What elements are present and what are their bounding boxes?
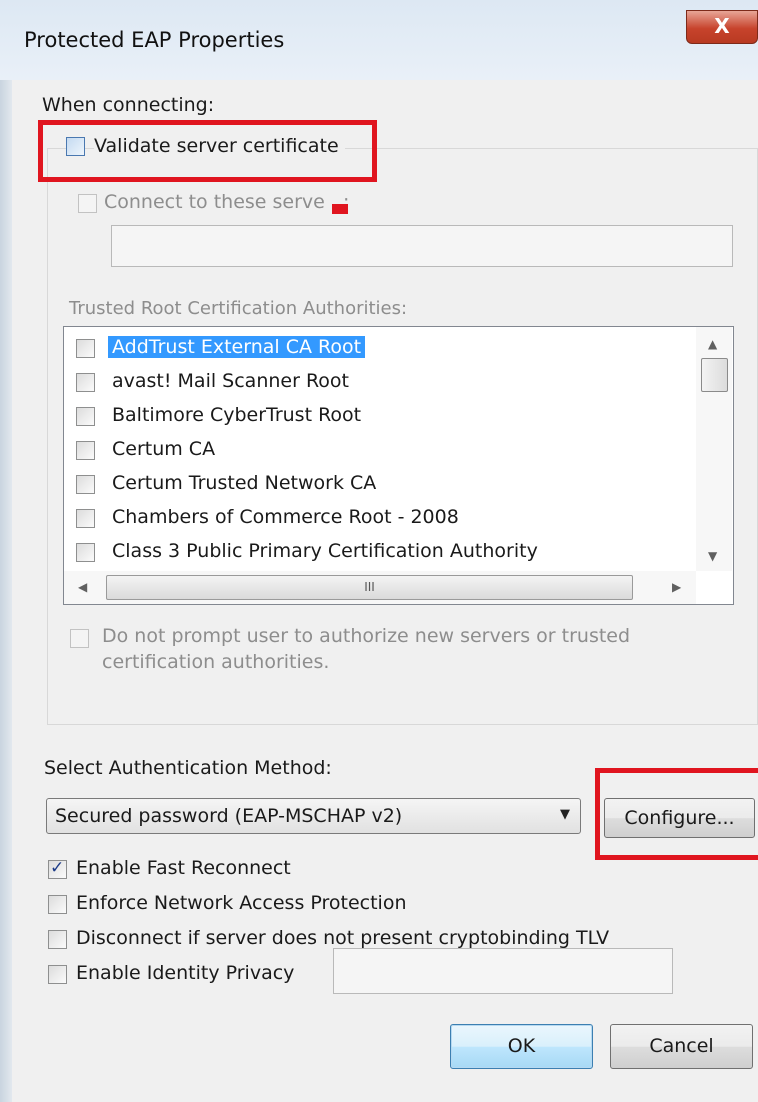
scroll-right-icon[interactable]: ▶: [672, 580, 681, 594]
connect-servers-label: Connect to these serve :: [104, 191, 350, 213]
ca-name: Certum CA: [112, 438, 216, 460]
cancel-label: Cancel: [649, 1035, 714, 1057]
fast-reconnect-label[interactable]: Enable Fast Reconnect: [76, 857, 291, 879]
ca-name: AddTrust External CA Root: [108, 336, 366, 358]
identity-privacy-input[interactable]: [333, 948, 673, 994]
dialog-body: When connecting: Validate server certifi…: [12, 80, 758, 1102]
do-not-prompt-label-line2: certification authorities.: [102, 651, 330, 673]
do-not-prompt-label-line1: Do not prompt user to authorize new serv…: [102, 625, 631, 647]
redaction-mark: [332, 204, 348, 214]
trusted-root-label: Trusted Root Certification Authorities:: [69, 298, 408, 319]
identity-privacy-label[interactable]: Enable Identity Privacy: [76, 962, 294, 984]
scroll-left-icon[interactable]: ◀: [78, 580, 87, 594]
ca-checkbox[interactable]: [76, 441, 95, 460]
ok-label: OK: [507, 1035, 536, 1057]
vertical-scrollbar[interactable]: ▲ ▼: [696, 327, 732, 571]
close-button[interactable]: X: [686, 10, 758, 44]
when-connecting-label: When connecting:: [42, 94, 215, 116]
fast-reconnect-checkbox[interactable]: [48, 858, 67, 879]
grip-icon: III: [364, 580, 375, 594]
list-item[interactable]: avast! Mail Scanner Root: [64, 366, 694, 400]
scroll-down-icon[interactable]: ▼: [708, 549, 717, 563]
ca-checkbox[interactable]: [76, 543, 95, 562]
ca-checkbox[interactable]: [76, 373, 95, 392]
auth-method-label: Select Authentication Method:: [44, 757, 332, 779]
ca-name: Certum Trusted Network CA: [112, 472, 377, 494]
connect-servers-checkbox[interactable]: [78, 194, 97, 213]
list-item[interactable]: Class 3 Public Primary Certification Aut…: [64, 536, 694, 570]
ca-checkbox[interactable]: [76, 339, 95, 358]
cancel-button[interactable]: Cancel: [610, 1024, 753, 1069]
list-item[interactable]: Certum CA: [64, 434, 694, 468]
auth-method-value: Secured password (EAP-MSCHAP v2): [55, 805, 403, 827]
close-icon: X: [714, 14, 730, 38]
cryptobinding-label[interactable]: Disconnect if server does not present cr…: [76, 927, 609, 949]
list-item[interactable]: Chambers of Commerce Root - 2008: [64, 502, 694, 536]
ca-name: Class 3 Public Primary Certification Aut…: [112, 540, 538, 562]
list-item[interactable]: AddTrust External CA Root: [64, 332, 694, 366]
identity-privacy-checkbox[interactable]: [48, 965, 67, 984]
cryptobinding-checkbox[interactable]: [48, 930, 67, 949]
chevron-down-icon: ▼: [560, 807, 570, 822]
nap-label[interactable]: Enforce Network Access Protection: [76, 892, 407, 914]
highlight-configure: [595, 768, 758, 860]
highlight-validate-cert: [38, 120, 377, 182]
server-names-input[interactable]: [111, 225, 733, 267]
window-frame-left: [0, 0, 12, 1102]
scroll-up-icon[interactable]: ▲: [708, 337, 717, 351]
list-item[interactable]: Baltimore CyberTrust Root: [64, 400, 694, 434]
nap-checkbox[interactable]: [48, 895, 67, 914]
vertical-scroll-thumb[interactable]: [701, 358, 728, 392]
ca-name: avast! Mail Scanner Root: [112, 370, 349, 392]
ca-name: Baltimore CyberTrust Root: [112, 404, 362, 426]
ca-checkbox[interactable]: [76, 509, 95, 528]
list-item[interactable]: Certum Trusted Network CA: [64, 468, 694, 502]
ca-name: Chambers of Commerce Root - 2008: [112, 506, 459, 528]
trusted-root-ca-list[interactable]: AddTrust External CA Root avast! Mail Sc…: [63, 326, 734, 605]
horizontal-scrollbar[interactable]: ◀ III ▶: [64, 571, 696, 604]
ca-checkbox[interactable]: [76, 475, 95, 494]
horizontal-scroll-thumb[interactable]: III: [106, 575, 633, 600]
ca-checkbox[interactable]: [76, 407, 95, 426]
auth-method-select[interactable]: Secured password (EAP-MSCHAP v2) ▼: [46, 798, 581, 834]
ok-button[interactable]: OK: [450, 1024, 593, 1069]
do-not-prompt-checkbox[interactable]: [70, 629, 89, 648]
title-bar[interactable]: Protected EAP Properties X: [0, 0, 758, 80]
window-title: Protected EAP Properties: [24, 28, 285, 52]
